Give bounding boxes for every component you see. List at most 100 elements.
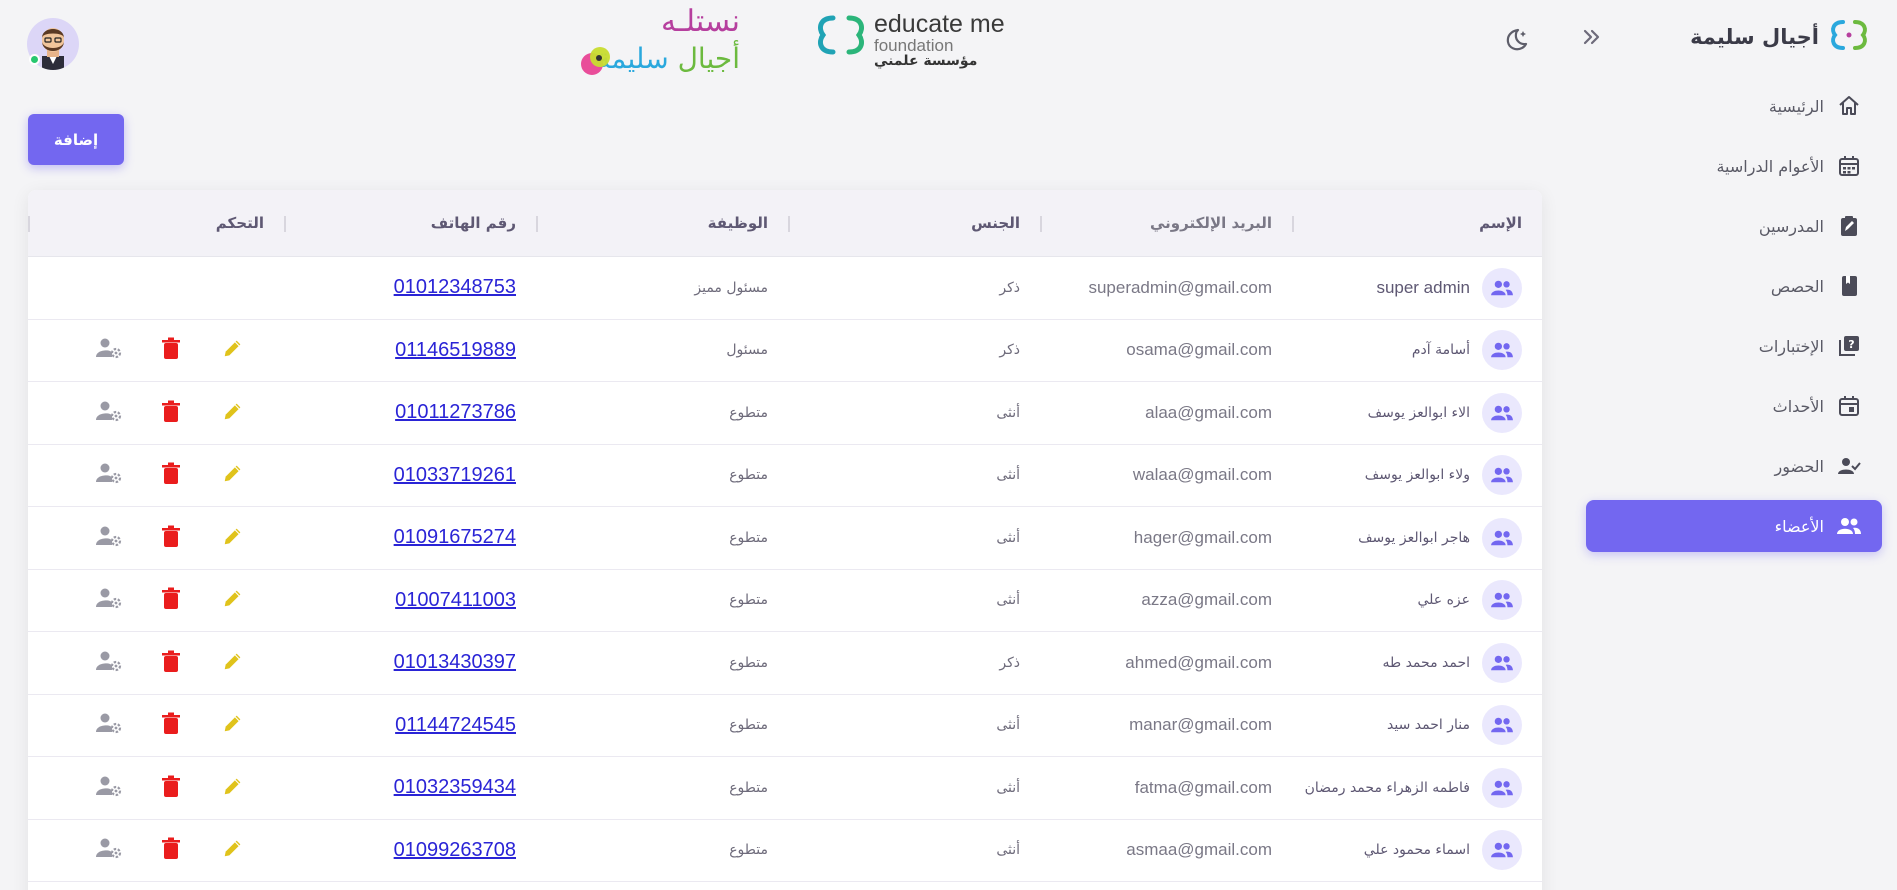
edit-button[interactable] <box>202 710 264 740</box>
permissions-button[interactable] <box>78 460 140 490</box>
delete-button[interactable] <box>140 398 202 428</box>
sidebar-item-members[interactable]: الأعضاء <box>1586 500 1882 552</box>
member-gender: ذكر <box>999 342 1020 359</box>
cell-controls <box>28 320 284 382</box>
sidebar-item-events[interactable]: الأحداث <box>1586 380 1882 432</box>
user-settings-icon <box>96 337 122 363</box>
delete-button[interactable] <box>140 585 202 615</box>
cell-job: متطوع <box>536 382 788 444</box>
column-header-gender[interactable]: الجنس <box>788 190 1040 256</box>
sidebar-item-classes[interactable]: الحصص <box>1586 260 1882 312</box>
edit-button[interactable] <box>202 773 264 803</box>
permissions-button[interactable] <box>78 523 140 553</box>
cell-gender: ذكر <box>788 632 1040 694</box>
member-gender: أنثى <box>996 779 1020 796</box>
member-phone-link[interactable]: 01099263708 <box>394 839 516 862</box>
quiz-icon: ? <box>1836 333 1862 359</box>
delete-button[interactable] <box>140 710 202 740</box>
member-phone-link[interactable]: 01013430397 <box>394 651 516 674</box>
table-row: عزه علي azza@gmail.com أنثى متطوع 010074… <box>28 570 1542 632</box>
sidebar-item-academic-years[interactable]: الأعوام الدراسية <box>1586 140 1882 192</box>
member-phone-link[interactable]: 01011273786 <box>395 401 516 424</box>
table-body: super admin superadmin@gmail.com ذكر مسئ… <box>28 257 1542 882</box>
member-name: ولاء ابوالعز يوسف <box>1364 467 1470 484</box>
educate-me-arabic: مؤسسة علمني <box>874 53 978 69</box>
member-name: أسامة آدم <box>1411 342 1470 359</box>
member-gender: أنثى <box>996 404 1020 421</box>
cell-name: هاجر ابوالعز يوسف <box>1292 507 1542 569</box>
add-member-button[interactable]: إضافة <box>28 114 124 165</box>
event-icon <box>1836 393 1862 419</box>
edit-button[interactable] <box>202 835 264 865</box>
delete-button[interactable] <box>140 773 202 803</box>
sidebar-item-home[interactable]: الرئيسية <box>1586 80 1882 132</box>
column-header-label: رقم الهاتف <box>430 214 516 232</box>
column-header-job[interactable]: الوظيفة <box>536 190 788 256</box>
member-gender: أنثى <box>996 592 1020 609</box>
permissions-button[interactable] <box>78 773 140 803</box>
sidebar-item-label: المدرسين <box>1758 216 1824 236</box>
home-icon <box>1836 93 1862 119</box>
cell-gender: ذكر <box>788 257 1040 319</box>
sidebar-item-teachers[interactable]: المدرسين <box>1586 200 1882 252</box>
permissions-button[interactable] <box>78 835 140 865</box>
cell-controls <box>28 820 284 882</box>
user-settings-icon <box>96 650 122 676</box>
member-job: متطوع <box>729 404 768 421</box>
brand[interactable]: أجيال سليمة <box>1690 18 1869 56</box>
member-gender: أنثى <box>996 842 1020 859</box>
permissions-button[interactable] <box>78 585 140 615</box>
educate-me-foundation: foundation <box>874 36 954 55</box>
user-settings-icon <box>96 775 122 801</box>
cell-controls <box>28 257 284 319</box>
cell-phone: 01011273786 <box>284 382 536 444</box>
delete-button[interactable] <box>140 523 202 553</box>
column-header-email[interactable]: البريد الإلكتروني <box>1040 190 1292 256</box>
member-name: فاطمه الزهراء محمد رمضان <box>1304 779 1470 796</box>
cell-email: walaa@gmail.com <box>1040 445 1292 507</box>
delete-button[interactable] <box>140 335 202 365</box>
edit-button[interactable] <box>202 585 264 615</box>
member-job: متطوع <box>729 779 768 796</box>
permissions-button[interactable] <box>78 710 140 740</box>
member-phone-link[interactable]: 01144724545 <box>395 714 516 737</box>
permissions-button[interactable] <box>78 398 140 428</box>
permissions-button[interactable] <box>78 648 140 678</box>
trash-icon <box>161 337 181 363</box>
delete-button[interactable] <box>140 648 202 678</box>
cell-job: متطوع <box>536 757 788 819</box>
column-separator <box>788 216 790 232</box>
member-phone-link[interactable]: 01012348753 <box>394 276 516 299</box>
edit-button[interactable] <box>202 398 264 428</box>
member-phone-link[interactable]: 01032359434 <box>394 776 516 799</box>
collapse-sidebar-button[interactable] <box>1577 24 1607 54</box>
edit-button[interactable] <box>202 335 264 365</box>
sidebar-item-quizzes[interactable]: الإختبارات ? <box>1586 320 1882 372</box>
calendar-icon <box>1836 153 1862 179</box>
cell-name: فاطمه الزهراء محمد رمضان <box>1292 757 1542 819</box>
sidebar-item-label: الأحداث <box>1772 396 1824 416</box>
clipboard-edit-icon <box>1836 213 1862 239</box>
member-phone-link[interactable]: 01091675274 <box>394 526 516 549</box>
member-phone-link[interactable]: 01146519889 <box>395 339 516 362</box>
cell-gender: أنثى <box>788 445 1040 507</box>
edit-button[interactable] <box>202 460 264 490</box>
educate-me-logo-icon <box>814 12 868 62</box>
user-group-icon <box>1482 767 1522 808</box>
user-group-icon <box>1482 580 1522 621</box>
member-phone-link[interactable]: 01007411003 <box>395 589 516 612</box>
edit-button[interactable] <box>202 648 264 678</box>
column-header-name[interactable]: الإسم <box>1292 190 1542 256</box>
cell-phone: 01032359434 <box>284 757 536 819</box>
member-email: hager@gmail.com <box>1133 527 1272 547</box>
delete-button[interactable] <box>140 835 202 865</box>
delete-button[interactable] <box>140 460 202 490</box>
column-header-phone[interactable]: رقم الهاتف <box>284 190 536 256</box>
edit-button[interactable] <box>202 523 264 553</box>
cell-email: ahmed@gmail.com <box>1040 632 1292 694</box>
member-phone-link[interactable]: 01033719261 <box>394 464 516 487</box>
user-settings-icon <box>96 462 122 488</box>
permissions-button[interactable] <box>78 335 140 365</box>
theme-toggle-button[interactable] <box>1500 26 1532 58</box>
sidebar-item-attendance[interactable]: الحضور <box>1586 440 1882 492</box>
